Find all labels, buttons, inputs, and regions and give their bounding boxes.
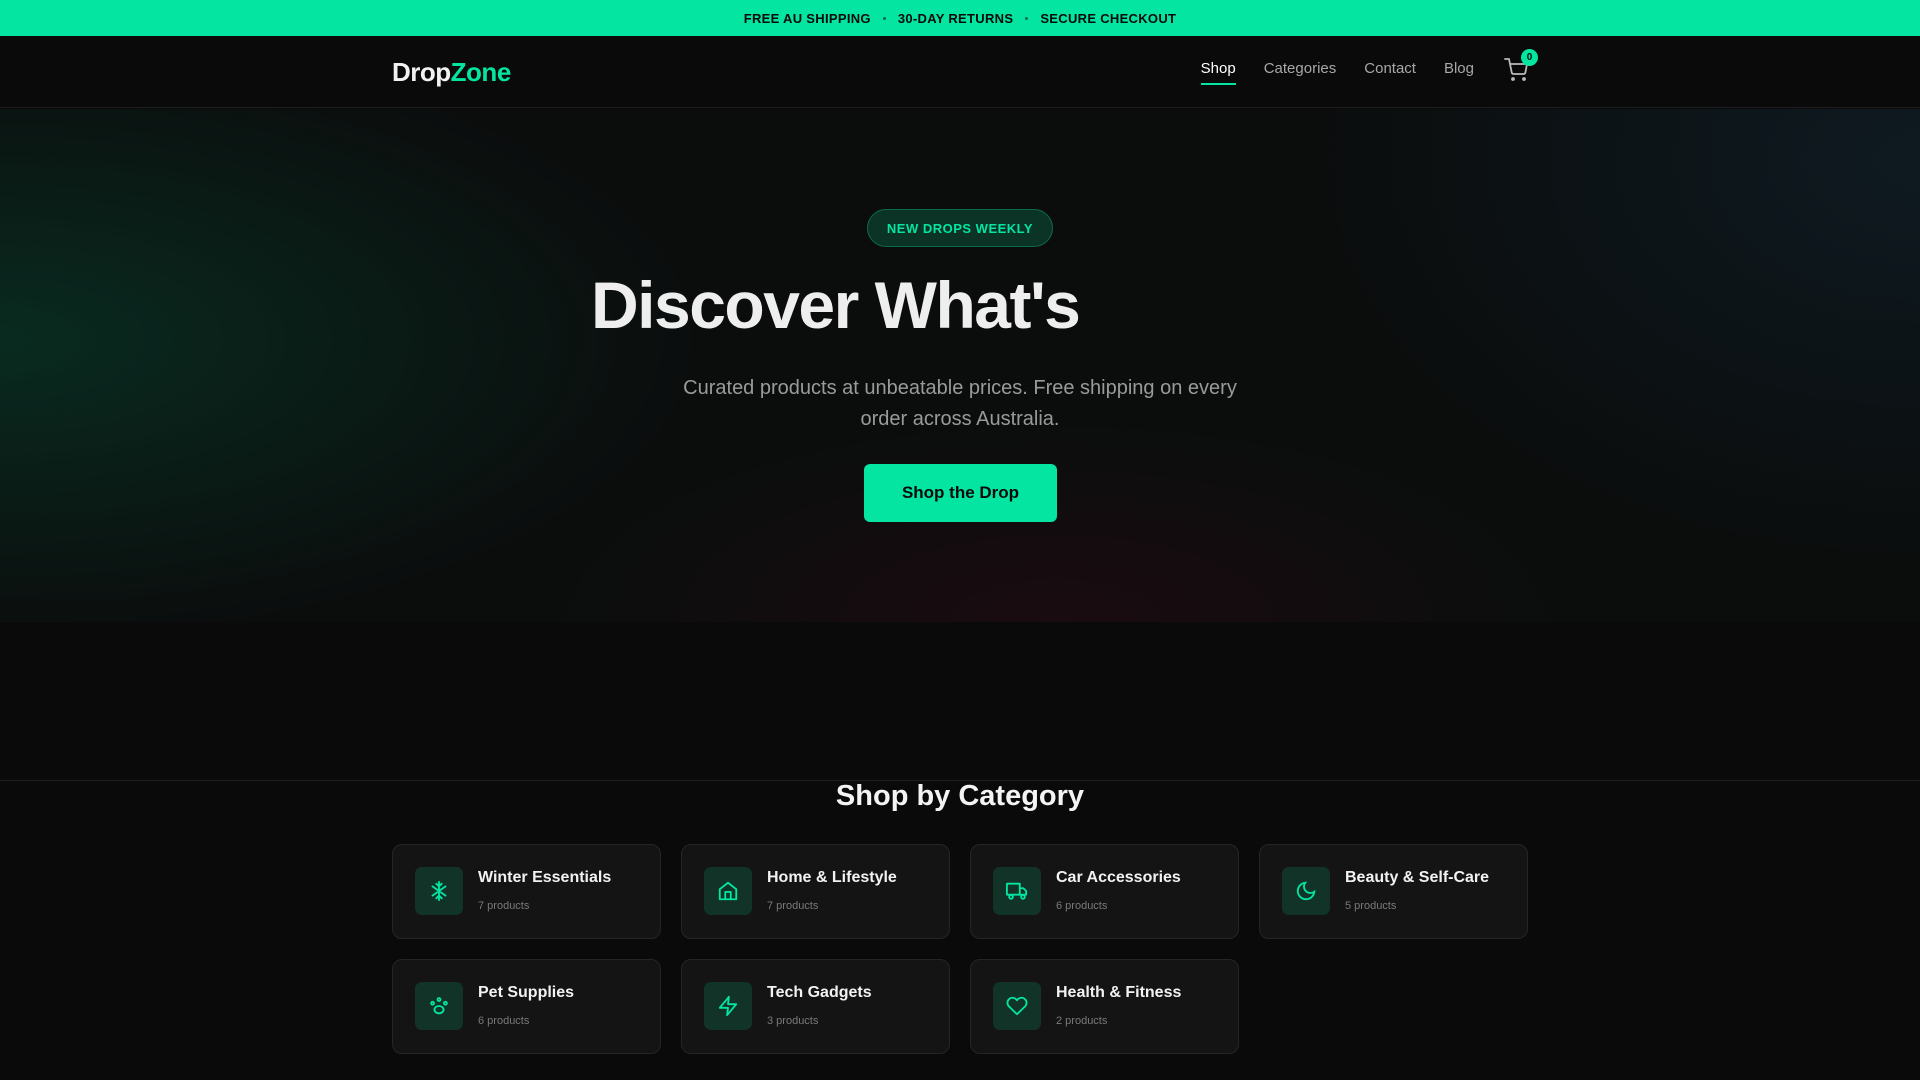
nav-contact[interactable]: Contact [1364, 60, 1416, 85]
category-card-pet-supplies[interactable]: Pet Supplies 6 products [392, 959, 661, 1054]
category-count: 7 products [767, 900, 819, 912]
category-name: Winter Essentials [478, 869, 612, 886]
separator-dot [882, 16, 886, 20]
paw-icon [415, 982, 463, 1030]
hero-title: Discover What's [591, 268, 1081, 342]
hero-section: NEW DROPS WEEKLY Discover What's Curated… [0, 109, 1920, 622]
announcement-checkout: SECURE CHECKOUT [1040, 10, 1177, 26]
category-card-tech-gadgets[interactable]: Tech Gadgets 3 products [681, 959, 950, 1054]
category-card-home-lifestyle[interactable]: Home & Lifestyle 7 products [681, 844, 950, 939]
category-card-winter-essentials[interactable]: Winter Essentials 7 products [392, 844, 661, 939]
announcement-returns: 30-DAY RETURNS [897, 10, 1014, 26]
heart-icon [993, 982, 1041, 1030]
category-card-car-accessories[interactable]: Car Accessories 6 products [970, 844, 1239, 939]
separator-dot [1025, 16, 1029, 20]
category-card-health-fitness[interactable]: Health & Fitness 2 products [970, 959, 1239, 1054]
cart-count-badge: 0 [1521, 48, 1538, 66]
logo-zone: Zone [450, 57, 512, 87]
shop-the-drop-button[interactable]: Shop the Drop [864, 464, 1057, 522]
nav-categories[interactable]: Categories [1264, 60, 1337, 85]
nav-shop[interactable]: Shop [1200, 60, 1236, 85]
category-name: Health & Fitness [1056, 984, 1182, 1001]
truck-icon [993, 867, 1041, 915]
category-count: 7 products [478, 900, 530, 912]
category-count: 3 products [767, 1015, 819, 1027]
hero-subtitle: Curated products at unbeatable prices. F… [683, 377, 1237, 430]
category-count: 2 products [1056, 1015, 1108, 1027]
category-name: Car Accessories [1056, 869, 1181, 886]
category-count: 6 products [1056, 900, 1108, 912]
announcement-shipping: FREE AU SHIPPING [743, 10, 871, 26]
section-title: Shop by Category [835, 780, 1085, 812]
category-count: 5 products [1345, 900, 1397, 912]
new-drops-badge: NEW DROPS WEEKLY [867, 209, 1053, 247]
logo-drop: Drop [392, 57, 451, 87]
cart-button[interactable]: 0 [1504, 48, 1538, 82]
moon-icon [1282, 867, 1330, 915]
lightning-icon [704, 982, 752, 1030]
logo[interactable]: DropZone [392, 57, 511, 88]
home-icon [704, 867, 752, 915]
category-name: Pet Supplies [478, 984, 575, 1001]
category-card-beauty-self-care[interactable]: Beauty & Self-Care 5 products [1259, 844, 1528, 939]
header-nav: DropZone Shop Categories Contact Blog 0 [0, 36, 1920, 108]
category-count: 6 products [478, 1015, 530, 1027]
category-name: Beauty & Self-Care [1345, 869, 1490, 886]
category-name: Home & Lifestyle [767, 869, 897, 886]
announcement-bar: FREE AU SHIPPING 30-DAY RETURNS SECURE C… [0, 0, 1920, 36]
category-grid: Winter Essentials 7 products Home & Lifes… [392, 844, 1528, 1054]
category-name: Tech Gadgets [767, 984, 872, 1001]
snowflake-icon [415, 867, 463, 915]
nav-blog[interactable]: Blog [1444, 60, 1474, 85]
